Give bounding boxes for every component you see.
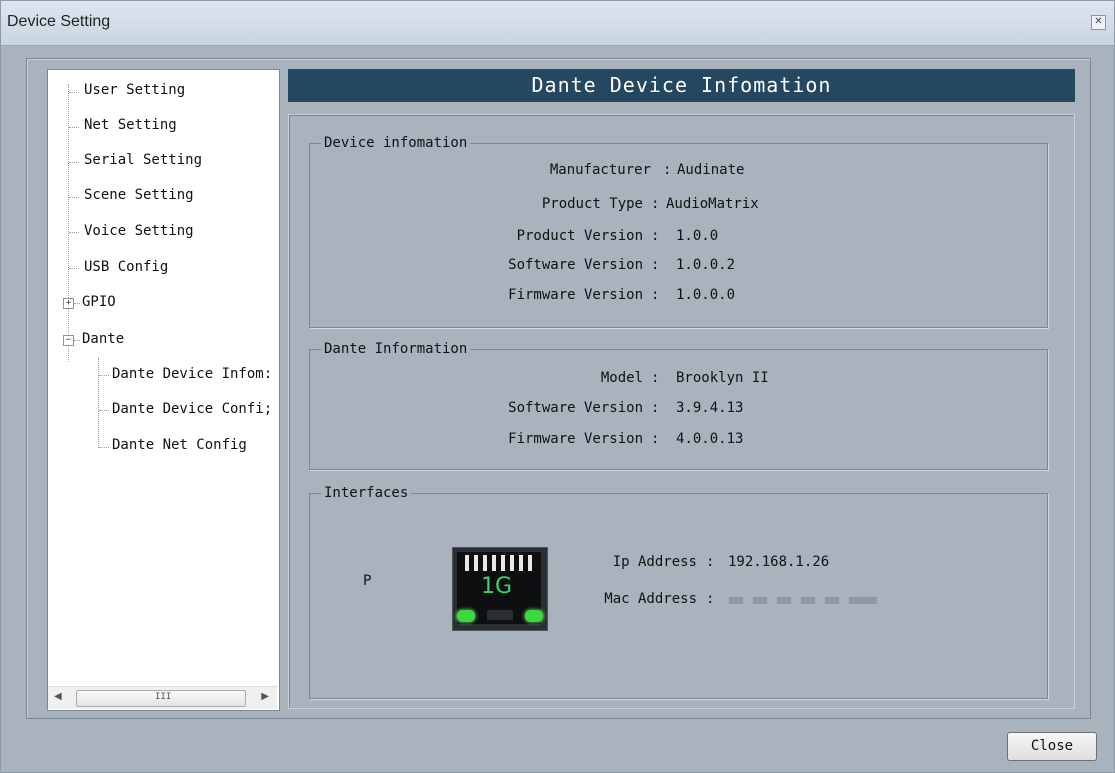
group-legend: Interfaces [324, 485, 409, 501]
device-setting-window: Device Setting ✕ User Setting Net Settin… [0, 0, 1115, 773]
pin [465, 555, 469, 571]
tree-branch [69, 268, 79, 269]
redacted-block [753, 597, 767, 604]
tree-connector [98, 358, 99, 448]
colon: : [651, 196, 660, 212]
firmware-version-value: 1.0.0.0 [676, 287, 736, 303]
dante-firmware-version-value: 4.0.0.13 [676, 431, 744, 447]
tree-item-net-setting[interactable]: Net Setting [84, 117, 177, 133]
expand-icon[interactable]: + [63, 298, 74, 309]
dante-software-version-value: 3.9.4.13 [676, 400, 744, 416]
tree-item-serial-setting[interactable]: Serial Setting [84, 152, 202, 168]
scrollbar-thumb[interactable]: III [76, 690, 246, 707]
colon: : [651, 228, 660, 244]
window-title: Device Setting [7, 13, 111, 30]
colon: : [663, 162, 672, 178]
product-version-value: 1.0.0 [676, 228, 719, 244]
colon: : [651, 370, 660, 386]
dante-software-version-label: Software Version [508, 400, 643, 416]
model-label: Model [600, 370, 643, 386]
tree-item-scene-setting[interactable]: Scene Setting [84, 187, 194, 203]
tree-item-usb-config[interactable]: USB Config [84, 259, 168, 275]
colon: : [706, 554, 715, 570]
pin [483, 555, 487, 571]
colon: : [706, 591, 715, 607]
software-version-value: 1.0.0.2 [676, 257, 736, 273]
ip-address-label: Ip Address [612, 554, 697, 570]
colon: : [651, 287, 660, 303]
settings-tree: User Setting Net Setting Serial Setting … [47, 69, 280, 711]
tree-item-dante-net-config[interactable]: Dante Net Config [112, 437, 247, 453]
title-bar: Device Setting ✕ [1, 1, 1114, 46]
scrollbar-grip-icon: III [155, 692, 172, 702]
mac-address-label: Mac Address [604, 591, 697, 607]
tree-item-dante[interactable]: Dante [82, 331, 124, 347]
product-type-value: AudioMatrix [666, 196, 759, 212]
product-type-label: Product Type [541, 196, 643, 212]
tree-branch [74, 303, 80, 304]
tree-branch [69, 92, 79, 93]
tree-connector [68, 84, 69, 362]
firmware-version-label: Firmware Version [508, 287, 643, 303]
tree-branch [69, 127, 79, 128]
colon: : [651, 431, 660, 447]
redacted-block [849, 597, 877, 604]
tree-horizontal-scrollbar[interactable]: ◀ III ▶ [48, 686, 277, 709]
collapse-icon[interactable]: − [63, 335, 74, 346]
model-value: Brooklyn II [676, 370, 769, 386]
scroll-right-icon[interactable]: ▶ [261, 691, 269, 702]
tree-item-dante-device-config[interactable]: Dante Device Confi; [112, 401, 272, 417]
ethernet-clip [487, 610, 513, 620]
panel-header: Dante Device Infomation [288, 69, 1075, 102]
scroll-left-icon[interactable]: ◀ [54, 691, 62, 702]
tree-item-voice-setting[interactable]: Voice Setting [84, 223, 194, 239]
colon: : [651, 257, 660, 273]
tree-branch [69, 197, 79, 198]
dante-firmware-version-label: Firmware Version [508, 431, 643, 447]
port-label: P [363, 573, 372, 589]
tree-item-gpio[interactable]: GPIO [82, 294, 116, 310]
redacted-block [729, 597, 743, 604]
manufacturer-label: Manufacturer [549, 162, 651, 178]
redacted-block [801, 597, 815, 604]
close-button[interactable]: Close [1007, 732, 1097, 761]
tree-branch [69, 162, 79, 163]
tree-item-dante-device-info[interactable]: Dante Device Infom: [112, 366, 272, 382]
activity-led-icon [525, 610, 543, 622]
tree-branch [99, 447, 109, 448]
software-version-label: Software Version [508, 257, 643, 273]
window-close-icon[interactable]: ✕ [1091, 15, 1106, 30]
tree-branch [69, 232, 79, 233]
manufacturer-value: Audinate [677, 162, 745, 178]
redacted-block [777, 597, 791, 604]
pin [492, 555, 496, 571]
group-legend: Device infomation [324, 135, 468, 151]
tree-branch [99, 410, 109, 411]
link-led-icon [457, 610, 475, 622]
pin [474, 555, 478, 571]
tree-branch [99, 375, 109, 376]
product-version-label: Product Version [516, 228, 643, 244]
tree-branch [74, 340, 80, 341]
redacted-block [825, 597, 839, 604]
tree-item-user-setting[interactable]: User Setting [84, 82, 185, 98]
ip-address-value: 192.168.1.26 [728, 554, 830, 570]
group-legend: Dante Information [324, 341, 468, 357]
colon: : [651, 400, 660, 416]
